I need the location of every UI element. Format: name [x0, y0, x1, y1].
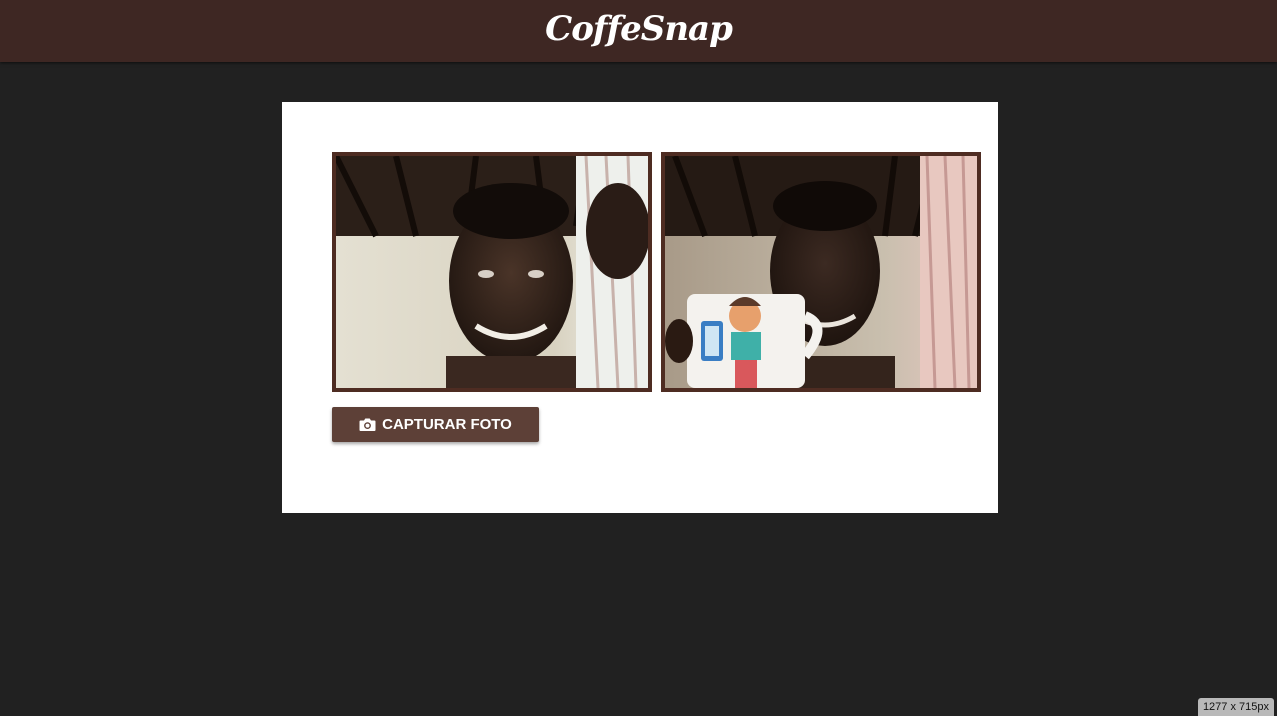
viewport-size-badge: 1277 x 715px [1197, 698, 1274, 716]
webcam-live-view [332, 152, 652, 392]
app-title: CoffeSnap [545, 9, 733, 49]
capture-photo-button[interactable]: CAPTURAR FOTO [332, 407, 539, 442]
webcam-image [336, 156, 648, 388]
captured-photo [661, 152, 981, 392]
captured-image [665, 156, 977, 388]
camera-icon [359, 417, 376, 432]
photo-card: CAPTURAR FOTO [282, 102, 998, 513]
app-header: CoffeSnap [0, 0, 1277, 62]
capture-button-label: CAPTURAR FOTO [382, 416, 512, 433]
